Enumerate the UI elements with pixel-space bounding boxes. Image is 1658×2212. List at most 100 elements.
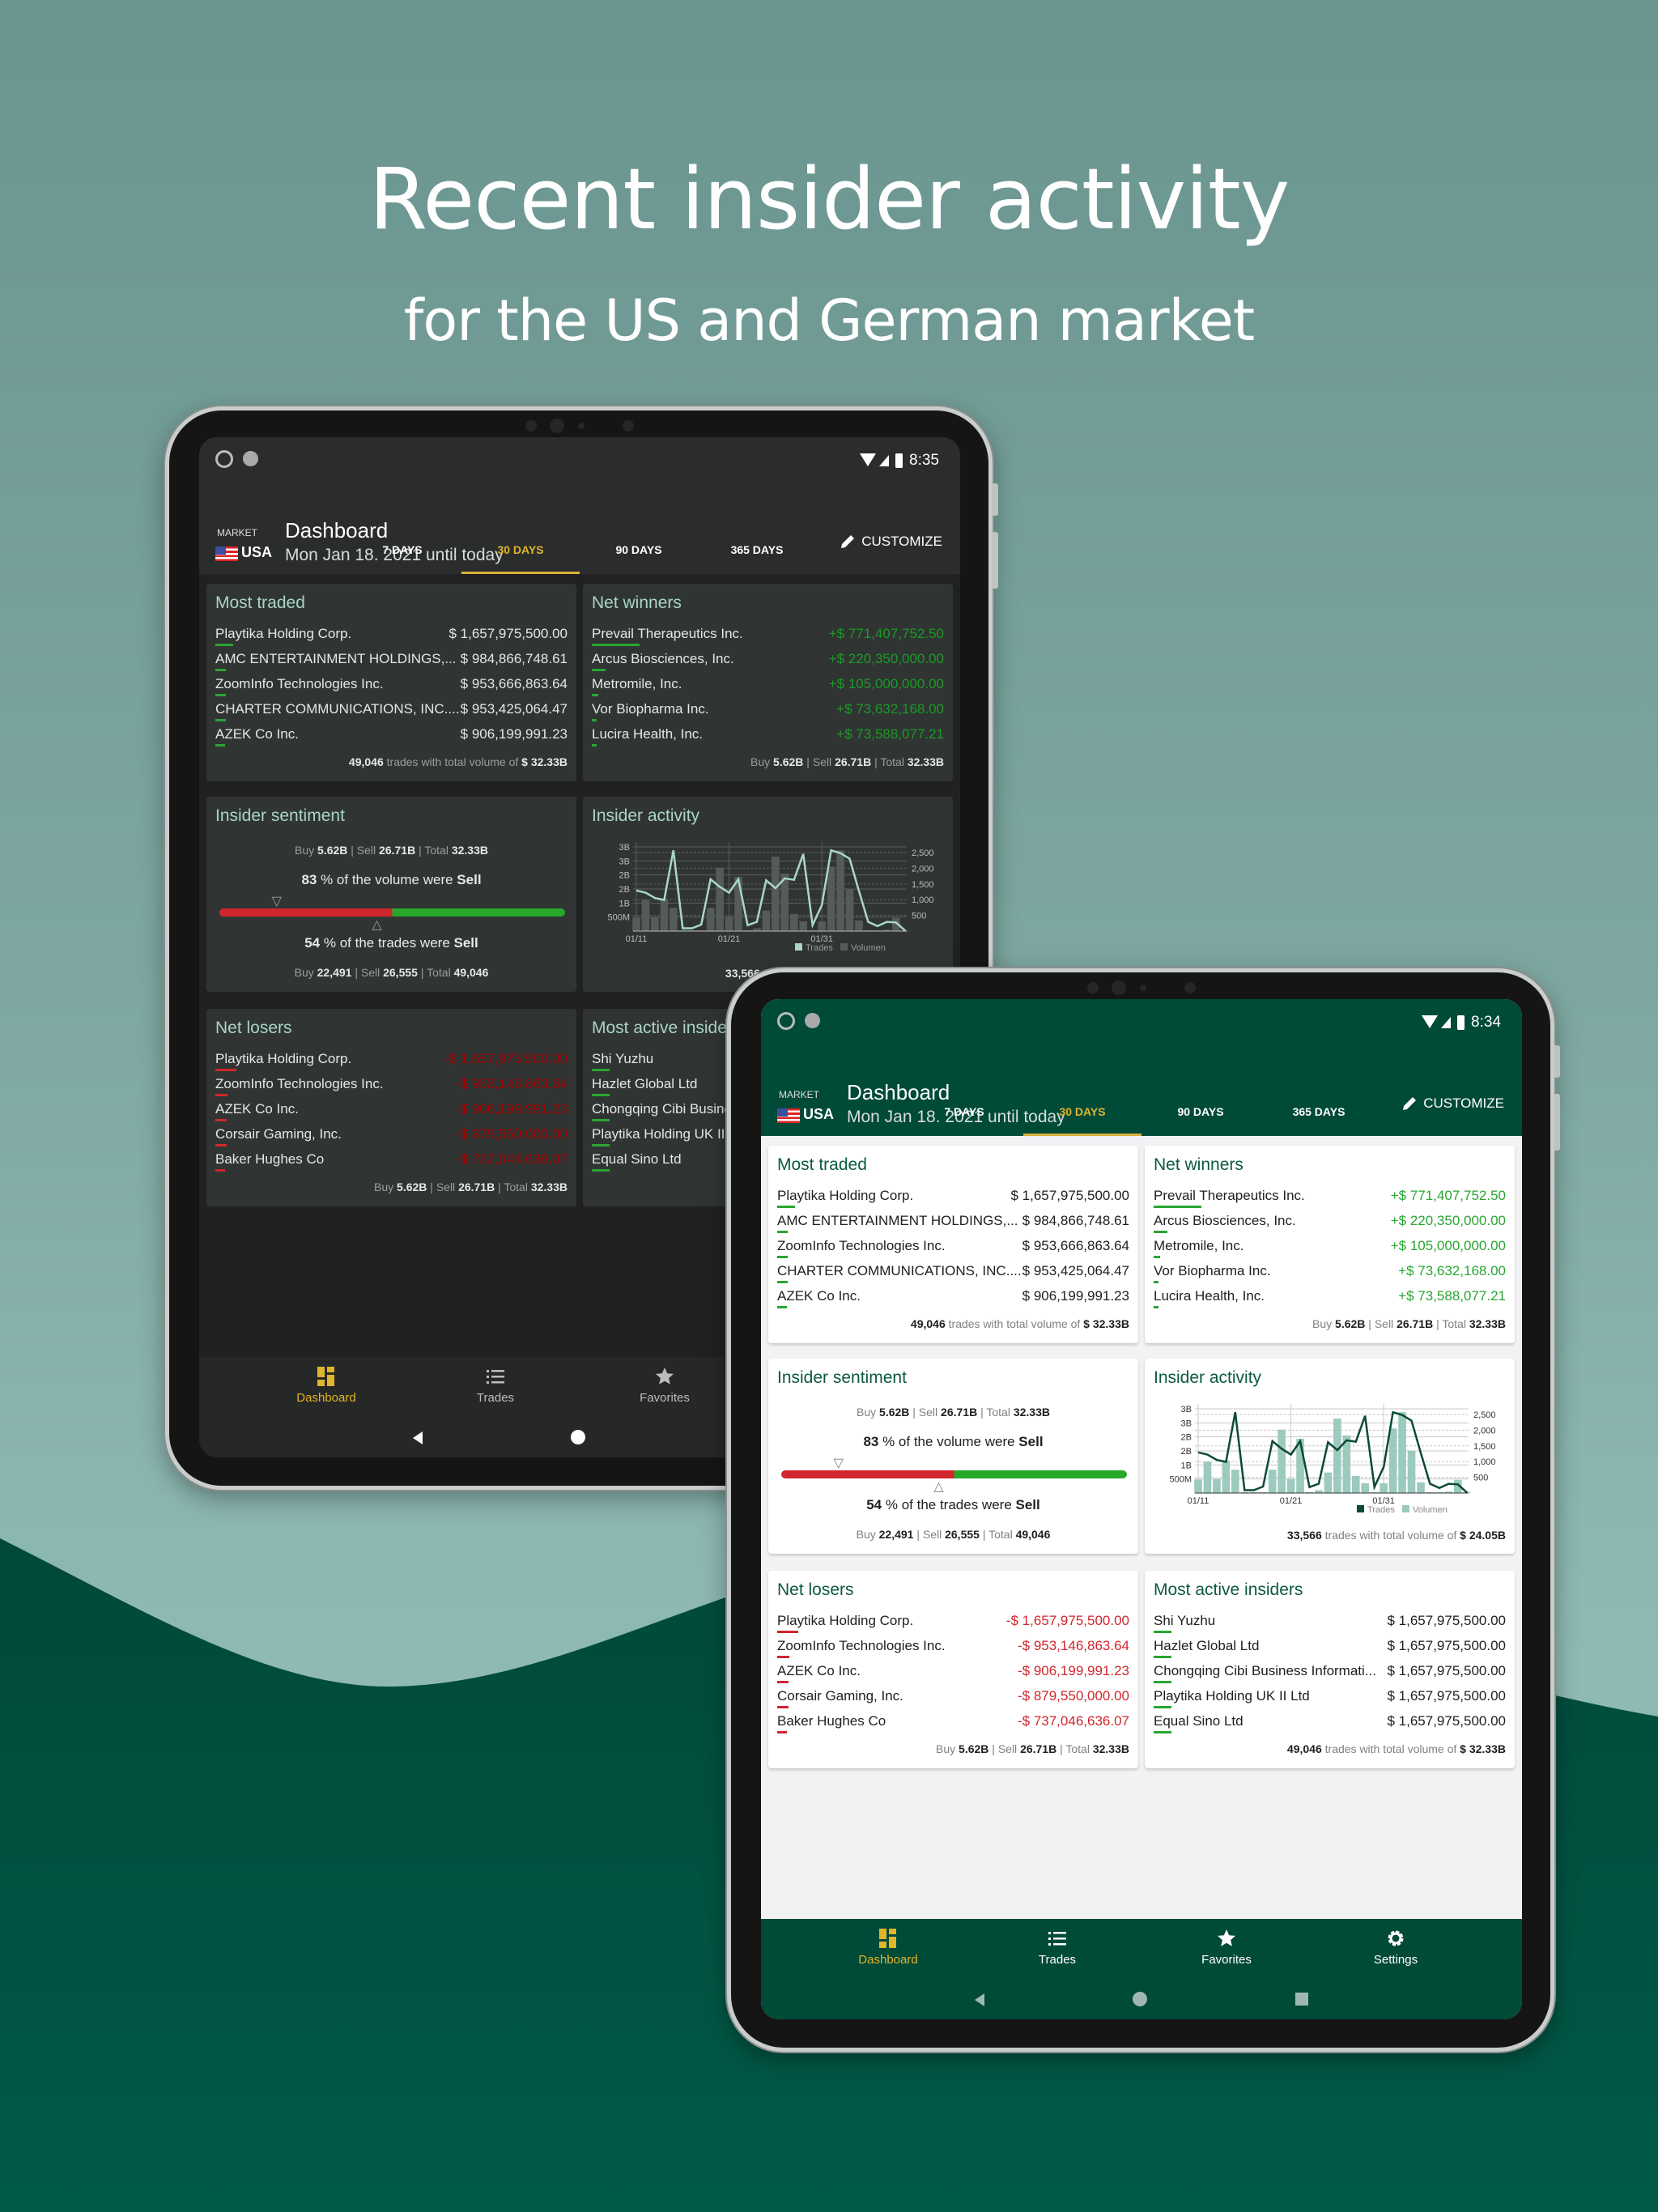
list-item[interactable]: AZEK Co Inc. $ 906,199,991.23: [777, 1288, 1129, 1312]
list-item[interactable]: Playtika Holding Corp. $ 1,657,975,500.0…: [777, 1188, 1129, 1212]
right-tick-label: 1,500: [912, 880, 934, 890]
nav-favorites[interactable]: Favorites: [1162, 1929, 1291, 1967]
list-item[interactable]: Playtika Holding UK II Ltd $ 1,657,975,5…: [1154, 1688, 1506, 1712]
list-item[interactable]: Metromile, Inc. +$ 105,000,000.00: [592, 676, 944, 700]
list-item-value: -$ 906,199,991.23: [455, 1101, 568, 1117]
list-item[interactable]: Prevail Therapeutics Inc. +$ 771,407,752…: [592, 626, 944, 650]
proportion-bar: [592, 1144, 610, 1146]
tab-90-days[interactable]: 90 DAYS: [580, 534, 698, 574]
list-item-name: Arcus Biosciences, Inc.: [592, 651, 734, 666]
nav-settings[interactable]: Settings: [1331, 1929, 1460, 1967]
list-item[interactable]: Shi Yuzhu $ 1,657,975,500.00: [1154, 1613, 1506, 1637]
list-item[interactable]: ZoomInfo Technologies Inc. $ 953,666,863…: [777, 1238, 1129, 1262]
list-item[interactable]: Baker Hughes Co -$ 737,046,636.07: [215, 1151, 568, 1176]
text-segment: 49,046: [348, 755, 384, 768]
list-item-value: -$ 1,657,975,500.00: [1005, 1613, 1129, 1628]
list-item-name: Prevail Therapeutics Inc.: [1154, 1188, 1305, 1203]
card-net-winners[interactable]: Net winners Prevail Therapeutics Inc. +$…: [1145, 1146, 1515, 1343]
nav-trades[interactable]: Trades: [431, 1367, 560, 1405]
volume-bar: [836, 850, 844, 931]
nav-trades[interactable]: Trades: [993, 1929, 1122, 1967]
list-item[interactable]: Corsair Gaming, Inc. -$ 879,550,000.00: [777, 1688, 1129, 1712]
nav-favorites[interactable]: Favorites: [600, 1367, 729, 1405]
volume-bar: [799, 921, 808, 931]
list-item[interactable]: Playtika Holding Corp. $ 1,657,975,500.0…: [215, 626, 568, 650]
clock: 8:34: [1471, 1014, 1501, 1031]
text-segment: 5.62B: [879, 1406, 910, 1419]
text-segment: 32.33B: [1092, 1742, 1129, 1755]
list-item[interactable]: Vor Biopharma Inc. +$ 73,632,168.00: [592, 701, 944, 725]
proportion-bar: [777, 1231, 789, 1233]
list-item[interactable]: ZoomInfo Technologies Inc. -$ 953,146,86…: [215, 1076, 568, 1100]
card-footer: 49,046 trades with total volume of $ 32.…: [911, 1317, 1129, 1330]
card-title: Insider sentiment: [215, 806, 345, 825]
list-item[interactable]: Equal Sino Ltd $ 1,657,975,500.00: [1154, 1713, 1506, 1738]
list-item[interactable]: AZEK Co Inc. -$ 906,199,991.23: [215, 1101, 568, 1125]
tab-365-days[interactable]: 365 DAYS: [1260, 1095, 1378, 1136]
list-item[interactable]: ZoomInfo Technologies Inc. -$ 953,146,86…: [777, 1638, 1129, 1662]
customize-button[interactable]: CUSTOMIZE: [1401, 1095, 1504, 1112]
list-item[interactable]: AZEK Co Inc. -$ 906,199,991.23: [777, 1663, 1129, 1687]
nav-dashboard[interactable]: Dashboard: [261, 1367, 391, 1405]
list-item[interactable]: AZEK Co Inc. $ 906,199,991.23: [215, 726, 568, 751]
back-button[interactable]: [971, 1992, 988, 2008]
text-segment: trades with total volume of: [383, 755, 522, 768]
x-tick-label: 01/11: [626, 934, 648, 944]
tab-90-days[interactable]: 90 DAYS: [1141, 1095, 1260, 1136]
card-most-traded[interactable]: Most traded Playtika Holding Corp. $ 1,6…: [206, 584, 576, 781]
card-insider-sentiment[interactable]: Insider sentiment Buy 5.62B | Sell 26.71…: [768, 1359, 1138, 1554]
back-button[interactable]: [410, 1430, 426, 1446]
tab-365-days[interactable]: 365 DAYS: [698, 534, 816, 574]
tab-30-days[interactable]: 30 DAYS: [461, 534, 580, 574]
right-tick-label: 2,500: [1473, 1410, 1496, 1420]
recents-button[interactable]: [1295, 1993, 1308, 2006]
list-item[interactable]: Prevail Therapeutics Inc. +$ 771,407,752…: [1154, 1188, 1506, 1212]
list-item-value: $ 953,666,863.64: [460, 676, 568, 691]
text-segment: 54: [866, 1497, 882, 1512]
list-item[interactable]: AMC ENTERTAINMENT HOLDINGS,... $ 984,866…: [215, 651, 568, 675]
list-item[interactable]: Hazlet Global Ltd $ 1,657,975,500.00: [1154, 1638, 1506, 1662]
list-item[interactable]: Arcus Biosciences, Inc. +$ 220,350,000.0…: [592, 651, 944, 675]
list-item-name: ZoomInfo Technologies Inc.: [777, 1238, 946, 1253]
list-item[interactable]: Playtika Holding Corp. -$ 1,657,975,500.…: [777, 1613, 1129, 1637]
volume-bar: [1388, 1428, 1397, 1493]
list-item[interactable]: Chongqing Cibi Business Informati... $ 1…: [1154, 1663, 1506, 1687]
list-item[interactable]: Playtika Holding Corp. -$ 1,657,975,500.…: [215, 1051, 568, 1075]
clock: 8:35: [909, 452, 939, 469]
list-item[interactable]: Arcus Biosciences, Inc. +$ 220,350,000.0…: [1154, 1213, 1506, 1237]
tab-30-days[interactable]: 30 DAYS: [1023, 1095, 1141, 1136]
card-most-active-insiders[interactable]: Most active insiders Shi Yuzhu $ 1,657,9…: [1145, 1571, 1515, 1768]
proportion-bar: [215, 1094, 227, 1096]
home-button[interactable]: [1133, 1992, 1147, 2006]
card-net-losers[interactable]: Net losers Playtika Holding Corp. -$ 1,6…: [768, 1571, 1138, 1768]
proportion-bar: [592, 1169, 610, 1172]
text-segment: | Total: [495, 1180, 531, 1193]
card-insider-sentiment[interactable]: Insider sentiment Buy 5.62B | Sell 26.71…: [206, 797, 576, 992]
tab-7-days[interactable]: 7 DAYS: [343, 534, 461, 574]
list-item[interactable]: Baker Hughes Co -$ 737,046,636.07: [777, 1713, 1129, 1738]
list-item[interactable]: Corsair Gaming, Inc. -$ 879,550,000.00: [215, 1126, 568, 1151]
list-item[interactable]: CHARTER COMMUNICATIONS, INC.... $ 953,42…: [777, 1263, 1129, 1287]
list-item[interactable]: ZoomInfo Technologies Inc. $ 953,666,863…: [215, 676, 568, 700]
text-segment: 5.62B: [773, 755, 804, 768]
tab-7-days[interactable]: 7 DAYS: [905, 1095, 1023, 1136]
right-tick-label: 1,500: [1473, 1442, 1496, 1452]
list-item[interactable]: Metromile, Inc. +$ 105,000,000.00: [1154, 1238, 1506, 1262]
nav-label: Dashboard: [858, 1953, 918, 1967]
list-item[interactable]: AMC ENTERTAINMENT HOLDINGS,... $ 984,866…: [777, 1213, 1129, 1237]
list-item[interactable]: Vor Biopharma Inc. +$ 73,632,168.00: [1154, 1263, 1506, 1287]
card-insider-activity[interactable]: Insider activity 3B 3B 2B 2B 1B 500M 2,500 2,00…: [1145, 1359, 1515, 1554]
home-button[interactable]: [571, 1430, 585, 1444]
card-net-losers[interactable]: Net losers Playtika Holding Corp. -$ 1,6…: [206, 1009, 576, 1206]
customize-button[interactable]: CUSTOMIZE: [839, 533, 942, 551]
list-item-name: Playtika Holding Corp.: [777, 1613, 914, 1628]
list-item[interactable]: CHARTER COMMUNICATIONS, INC.... $ 953,42…: [215, 701, 568, 725]
volume-bar: [1286, 1478, 1295, 1493]
card-net-winners[interactable]: Net winners Prevail Therapeutics Inc. +$…: [583, 584, 953, 781]
screen: 8:34 MARKET USA Dashboard Mon Jan 18. 20…: [761, 999, 1522, 2019]
list-item[interactable]: Lucira Health, Inc. +$ 73,588,077.21: [1154, 1288, 1506, 1312]
card-most-traded[interactable]: Most traded Playtika Holding Corp. $ 1,6…: [768, 1146, 1138, 1343]
list-item[interactable]: Lucira Health, Inc. +$ 73,588,077.21: [592, 726, 944, 751]
nav-dashboard[interactable]: Dashboard: [823, 1929, 953, 1967]
card-insider-activity[interactable]: Insider activity 3B 3B 2B 2B 1B 500M 2,500 2,00…: [583, 797, 953, 992]
